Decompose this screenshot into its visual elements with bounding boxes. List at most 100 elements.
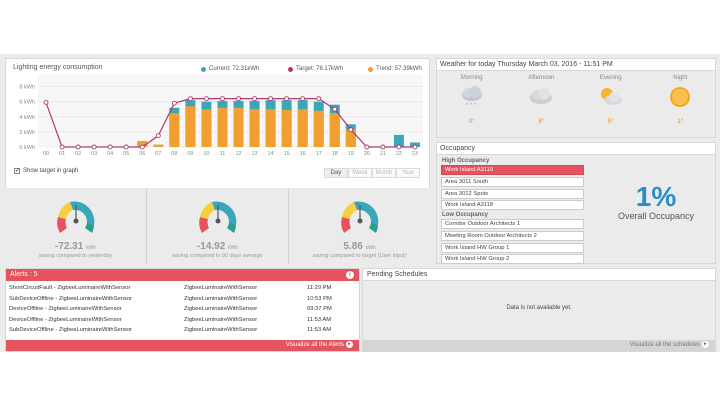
x-tick-label: 02 [75, 151, 81, 157]
occupancy-label: Overall Occupancy [617, 211, 695, 221]
x-tick-label: 10 [203, 151, 209, 157]
target-point [75, 144, 81, 150]
table-row[interactable]: DeviceOffline - ZigbeeLuminaireWithSenso… [9, 306, 349, 314]
target-point [364, 144, 370, 150]
alert-time: 11:53 AM [307, 316, 332, 323]
sun-icon [670, 87, 691, 107]
weather-morning: Morning * * * 0° [437, 75, 507, 131]
alert-device: ZigbeeLuminaireWithSensor [184, 285, 258, 291]
y-tick-label: 8 kWh [19, 85, 35, 91]
x-tick-label: 21 [380, 151, 386, 157]
list-item[interactable]: Work Island A3119 [441, 165, 584, 175]
gauge-number: 5.86 [343, 241, 363, 252]
x-tick-label: 18 [332, 151, 338, 157]
table-row[interactable]: DeviceOffline - ZigbeeLuminaireWithSenso… [9, 317, 349, 325]
target-point [187, 96, 193, 102]
target-point [171, 100, 177, 106]
gauge-value: 5.86 kWh [289, 241, 430, 252]
alert-type: SubDeviceOffline - ZigbeeLuminaireWithSe… [9, 295, 132, 302]
bar-trend [217, 107, 228, 147]
gauge-number: -14.92 [196, 241, 226, 252]
x-tick-label: 16 [300, 151, 306, 157]
y-tick-label: 2 kWh [19, 130, 35, 136]
bar-trend [265, 109, 276, 147]
table-row[interactable]: SubDeviceOffline - ZigbeeLuminaireWithSe… [9, 327, 349, 335]
svg-text:* * *: * * * [466, 103, 477, 109]
target-point [139, 144, 145, 150]
bar-trend [185, 106, 196, 147]
occupancy-panel: Occupancy High Occupancy Work Island A31… [436, 142, 716, 265]
alert-time: 10:53 PM [307, 295, 332, 302]
list-item[interactable]: Area 3012 Spots [441, 188, 584, 199]
checkbox-check-icon[interactable]: ✓ [14, 168, 20, 174]
alert-device: ZigbeeLuminaireWithSensor [184, 306, 258, 312]
plot-area [38, 75, 423, 147]
weather-afternoon: Afternoon 8° [507, 75, 577, 131]
list-item[interactable]: Corridor Outdoor Architects 1 [441, 219, 584, 229]
overall-occupancy: 1% Overall Occupancy [597, 181, 715, 222]
x-tick-label: 15 [284, 151, 290, 157]
energy-chart: 0 kWh 2 kWh 4 kWh 6 kWh 8 kWh 00 01 02 03 04 05 06 0… [19, 75, 423, 157]
weather-temp: 5° [607, 119, 614, 125]
occupancy-value: 1% [635, 181, 677, 212]
show-target-label: Show target in graph [23, 168, 79, 174]
weather-period-label: Morning [460, 75, 483, 81]
alert-device: ZigbeeLuminaireWithSensor [184, 295, 258, 302]
table-row[interactable]: SubDeviceOffline - ZigbeeLuminaireWithSe… [9, 296, 349, 304]
gauge-dial-icon [340, 201, 378, 233]
snow-cloud-icon: * * * [461, 86, 482, 109]
weather-period-label: Afternoon [528, 75, 555, 81]
tab-day[interactable]: Day [324, 168, 348, 178]
alert-time: 11:53 AM [307, 327, 332, 333]
list-item[interactable]: Meeting Room Outdoor Architects 2 [441, 230, 584, 241]
schedules-panel: Pending Schedules Data is not available … [362, 268, 716, 352]
x-tick-label: 05 [123, 151, 129, 157]
x-tick-label: 12 [235, 151, 241, 157]
tab-month[interactable]: Month [372, 168, 396, 178]
gauge-value: -14.92 kWh [147, 241, 288, 252]
list-item[interactable]: Work Island HW Group 2 [441, 254, 584, 265]
visualize-schedules-link[interactable]: Visualize all the schedules ► [363, 340, 715, 351]
weather-temp: 1° [677, 119, 684, 125]
arrow-right-icon: ► [346, 340, 353, 348]
gauge-caption: saving compared to target (User input) [312, 253, 407, 259]
x-tick-label: 06 [139, 151, 145, 157]
x-tick-label: 07 [155, 151, 161, 157]
gauge-caption: saving compared to yesterday [38, 253, 113, 259]
alert-time: 11:29 PM [307, 285, 332, 291]
info-icon[interactable]: i [346, 271, 354, 279]
x-tick-label: 17 [316, 151, 322, 157]
bar-trend [297, 109, 308, 147]
cloud-icon [530, 88, 553, 104]
gauge-dial-icon [56, 201, 94, 233]
alert-type: DeviceOffline - ZigbeeLuminaireWithSenso… [9, 306, 122, 312]
gauge-number: -72.31 [54, 241, 84, 252]
target-point [348, 127, 354, 133]
weather-forecast: Morning * * * 0° Afternoon 8° Evening 5°… [437, 71, 715, 131]
list-item[interactable]: Work Island A3118 [441, 200, 584, 211]
visualize-alerts-link[interactable]: Visualize all the Alerts ► [6, 340, 359, 351]
tab-year[interactable]: Year [396, 168, 420, 178]
y-tick-label: 4 kWh [19, 115, 35, 121]
weather-temp: 8° [538, 119, 545, 125]
target-point [300, 96, 306, 102]
gauge-dial-icon [198, 201, 236, 233]
target-point [107, 144, 113, 150]
list-item[interactable]: Area 3011 South [441, 176, 584, 187]
x-tick-label: 03 [91, 151, 97, 157]
tab-week[interactable]: Week [348, 168, 372, 178]
target-point [316, 96, 322, 102]
period-tabs: Day Week Month Year [324, 168, 420, 178]
gauge-90-days: -14.92 kWh saving compared to 90 days av… [147, 188, 289, 264]
high-occupancy-label: High Occupancy [442, 158, 490, 164]
gauge-target: 5.86 kWh saving compared to target (User… [289, 188, 430, 264]
alerts-header: Alerts : 5 i [6, 269, 359, 281]
show-target-checkbox[interactable]: ✓ Show target in graph [14, 168, 78, 174]
schedules-empty-message: Data is not available yet. [506, 305, 572, 311]
x-tick-label: 19 [348, 151, 354, 157]
gauge-unit: kWh [86, 245, 97, 251]
bar-trend [233, 107, 244, 147]
table-row[interactable]: ShortCircuitFault - ZigbeeLuminaireWithS… [9, 285, 349, 293]
list-item[interactable]: Work Island HW Group 1 [441, 242, 584, 253]
bar-trend [329, 113, 340, 147]
